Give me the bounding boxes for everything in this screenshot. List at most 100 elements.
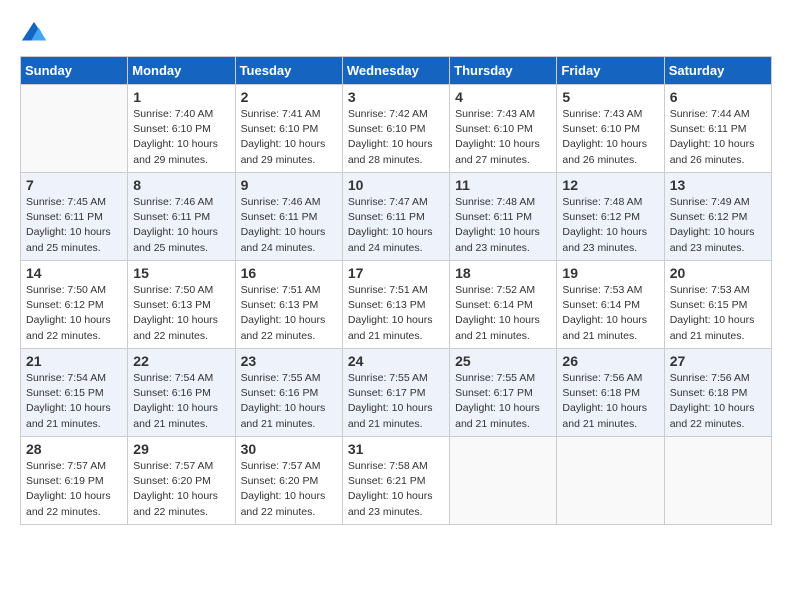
calendar-cell: 13 Sunrise: 7:49 AMSunset: 6:12 PMDayligh…	[664, 173, 771, 261]
day-number: 17	[348, 265, 444, 281]
day-number: 27	[670, 353, 766, 369]
calendar-cell: 15 Sunrise: 7:50 AMSunset: 6:13 PMDayligh…	[128, 261, 235, 349]
day-number: 3	[348, 89, 444, 105]
calendar-cell: 23 Sunrise: 7:55 AMSunset: 6:16 PMDayligh…	[235, 349, 342, 437]
day-info: Sunrise: 7:53 AMSunset: 6:15 PMDaylight:…	[670, 283, 766, 344]
day-info: Sunrise: 7:53 AMSunset: 6:14 PMDaylight:…	[562, 283, 658, 344]
calendar-table: SundayMondayTuesdayWednesdayThursdayFrid…	[20, 56, 772, 525]
calendar-cell	[450, 437, 557, 525]
calendar-cell: 25 Sunrise: 7:55 AMSunset: 6:17 PMDayligh…	[450, 349, 557, 437]
day-info: Sunrise: 7:48 AMSunset: 6:12 PMDaylight:…	[562, 195, 658, 256]
day-info: Sunrise: 7:54 AMSunset: 6:16 PMDaylight:…	[133, 371, 229, 432]
day-info: Sunrise: 7:47 AMSunset: 6:11 PMDaylight:…	[348, 195, 444, 256]
calendar-cell: 26 Sunrise: 7:56 AMSunset: 6:18 PMDayligh…	[557, 349, 664, 437]
calendar-cell: 19 Sunrise: 7:53 AMSunset: 6:14 PMDayligh…	[557, 261, 664, 349]
calendar-cell	[664, 437, 771, 525]
calendar-week-row: 1 Sunrise: 7:40 AMSunset: 6:10 PMDaylight…	[21, 85, 772, 173]
day-info: Sunrise: 7:52 AMSunset: 6:14 PMDaylight:…	[455, 283, 551, 344]
day-number: 13	[670, 177, 766, 193]
calendar-week-row: 21 Sunrise: 7:54 AMSunset: 6:15 PMDayligh…	[21, 349, 772, 437]
header-row: SundayMondayTuesdayWednesdayThursdayFrid…	[21, 57, 772, 85]
day-number: 11	[455, 177, 551, 193]
calendar-cell	[21, 85, 128, 173]
day-number: 24	[348, 353, 444, 369]
calendar-cell: 11 Sunrise: 7:48 AMSunset: 6:11 PMDayligh…	[450, 173, 557, 261]
day-number: 15	[133, 265, 229, 281]
logo	[20, 20, 52, 48]
day-info: Sunrise: 7:54 AMSunset: 6:15 PMDaylight:…	[26, 371, 122, 432]
day-info: Sunrise: 7:51 AMSunset: 6:13 PMDaylight:…	[348, 283, 444, 344]
day-number: 23	[241, 353, 337, 369]
day-info: Sunrise: 7:56 AMSunset: 6:18 PMDaylight:…	[562, 371, 658, 432]
header	[20, 20, 772, 48]
day-number: 21	[26, 353, 122, 369]
weekday-header: Saturday	[664, 57, 771, 85]
calendar-cell: 20 Sunrise: 7:53 AMSunset: 6:15 PMDayligh…	[664, 261, 771, 349]
calendar-cell: 6Sunrise: 7:44 AMSunset: 6:11 PMDaylight…	[664, 85, 771, 173]
calendar-cell: 8 Sunrise: 7:46 AMSunset: 6:11 PMDaylight…	[128, 173, 235, 261]
day-number: 4	[455, 89, 551, 105]
calendar-cell: 7 Sunrise: 7:45 AMSunset: 6:11 PMDaylight…	[21, 173, 128, 261]
weekday-header: Wednesday	[342, 57, 449, 85]
day-number: 2	[241, 89, 337, 105]
day-number: 25	[455, 353, 551, 369]
day-number: 28	[26, 441, 122, 457]
calendar-cell: 27 Sunrise: 7:56 AMSunset: 6:18 PMDayligh…	[664, 349, 771, 437]
day-info: Sunrise: 7:56 AMSunset: 6:18 PMDaylight:…	[670, 371, 766, 432]
weekday-header: Sunday	[21, 57, 128, 85]
day-number: 29	[133, 441, 229, 457]
calendar-cell: 4 Sunrise: 7:43 AMSunset: 6:10 PMDaylight…	[450, 85, 557, 173]
day-info: Sunrise: 7:43 AMSunset: 6:10 PMDaylight:…	[455, 107, 551, 168]
logo-icon	[20, 20, 48, 48]
weekday-header: Thursday	[450, 57, 557, 85]
calendar-cell: 22Sunrise: 7:54 AMSunset: 6:16 PMDayligh…	[128, 349, 235, 437]
day-info: Sunrise: 7:45 AMSunset: 6:11 PMDaylight:…	[26, 195, 122, 256]
day-info: Sunrise: 7:57 AMSunset: 6:20 PMDaylight:…	[133, 459, 229, 520]
day-info: Sunrise: 7:43 AMSunset: 6:10 PMDaylight:…	[562, 107, 658, 168]
calendar-cell: 3 Sunrise: 7:42 AMSunset: 6:10 PMDaylight…	[342, 85, 449, 173]
day-number: 26	[562, 353, 658, 369]
calendar-cell: 14Sunrise: 7:50 AMSunset: 6:12 PMDayligh…	[21, 261, 128, 349]
day-number: 8	[133, 177, 229, 193]
calendar-cell: 5 Sunrise: 7:43 AMSunset: 6:10 PMDaylight…	[557, 85, 664, 173]
day-number: 5	[562, 89, 658, 105]
day-info: Sunrise: 7:46 AMSunset: 6:11 PMDaylight:…	[133, 195, 229, 256]
calendar-cell: 9 Sunrise: 7:46 AMSunset: 6:11 PMDaylight…	[235, 173, 342, 261]
calendar-cell: 1 Sunrise: 7:40 AMSunset: 6:10 PMDaylight…	[128, 85, 235, 173]
day-info: Sunrise: 7:51 AMSunset: 6:13 PMDaylight:…	[241, 283, 337, 344]
day-info: Sunrise: 7:44 AMSunset: 6:11 PMDaylight:…	[670, 107, 766, 168]
day-info: Sunrise: 7:57 AMSunset: 6:19 PMDaylight:…	[26, 459, 122, 520]
day-number: 10	[348, 177, 444, 193]
day-info: Sunrise: 7:49 AMSunset: 6:12 PMDaylight:…	[670, 195, 766, 256]
day-number: 16	[241, 265, 337, 281]
calendar-week-row: 28 Sunrise: 7:57 AMSunset: 6:19 PMDayligh…	[21, 437, 772, 525]
day-info: Sunrise: 7:55 AMSunset: 6:17 PMDaylight:…	[455, 371, 551, 432]
day-number: 14	[26, 265, 122, 281]
calendar-cell: 30 Sunrise: 7:57 AMSunset: 6:20 PMDayligh…	[235, 437, 342, 525]
day-info: Sunrise: 7:46 AMSunset: 6:11 PMDaylight:…	[241, 195, 337, 256]
calendar-cell: 28 Sunrise: 7:57 AMSunset: 6:19 PMDayligh…	[21, 437, 128, 525]
day-info: Sunrise: 7:41 AMSunset: 6:10 PMDaylight:…	[241, 107, 337, 168]
day-number: 7	[26, 177, 122, 193]
day-info: Sunrise: 7:40 AMSunset: 6:10 PMDaylight:…	[133, 107, 229, 168]
calendar-cell: 12 Sunrise: 7:48 AMSunset: 6:12 PMDayligh…	[557, 173, 664, 261]
weekday-header: Tuesday	[235, 57, 342, 85]
calendar-cell: 21 Sunrise: 7:54 AMSunset: 6:15 PMDayligh…	[21, 349, 128, 437]
day-number: 20	[670, 265, 766, 281]
calendar-cell	[557, 437, 664, 525]
calendar-cell: 16 Sunrise: 7:51 AMSunset: 6:13 PMDayligh…	[235, 261, 342, 349]
day-info: Sunrise: 7:50 AMSunset: 6:13 PMDaylight:…	[133, 283, 229, 344]
day-info: Sunrise: 7:55 AMSunset: 6:16 PMDaylight:…	[241, 371, 337, 432]
weekday-header: Friday	[557, 57, 664, 85]
day-info: Sunrise: 7:48 AMSunset: 6:11 PMDaylight:…	[455, 195, 551, 256]
day-number: 1	[133, 89, 229, 105]
day-number: 30	[241, 441, 337, 457]
day-number: 12	[562, 177, 658, 193]
day-info: Sunrise: 7:57 AMSunset: 6:20 PMDaylight:…	[241, 459, 337, 520]
day-number: 19	[562, 265, 658, 281]
calendar-cell: 2 Sunrise: 7:41 AMSunset: 6:10 PMDaylight…	[235, 85, 342, 173]
calendar-cell: 24Sunrise: 7:55 AMSunset: 6:17 PMDayligh…	[342, 349, 449, 437]
day-number: 9	[241, 177, 337, 193]
calendar-cell: 18Sunrise: 7:52 AMSunset: 6:14 PMDayligh…	[450, 261, 557, 349]
day-info: Sunrise: 7:42 AMSunset: 6:10 PMDaylight:…	[348, 107, 444, 168]
